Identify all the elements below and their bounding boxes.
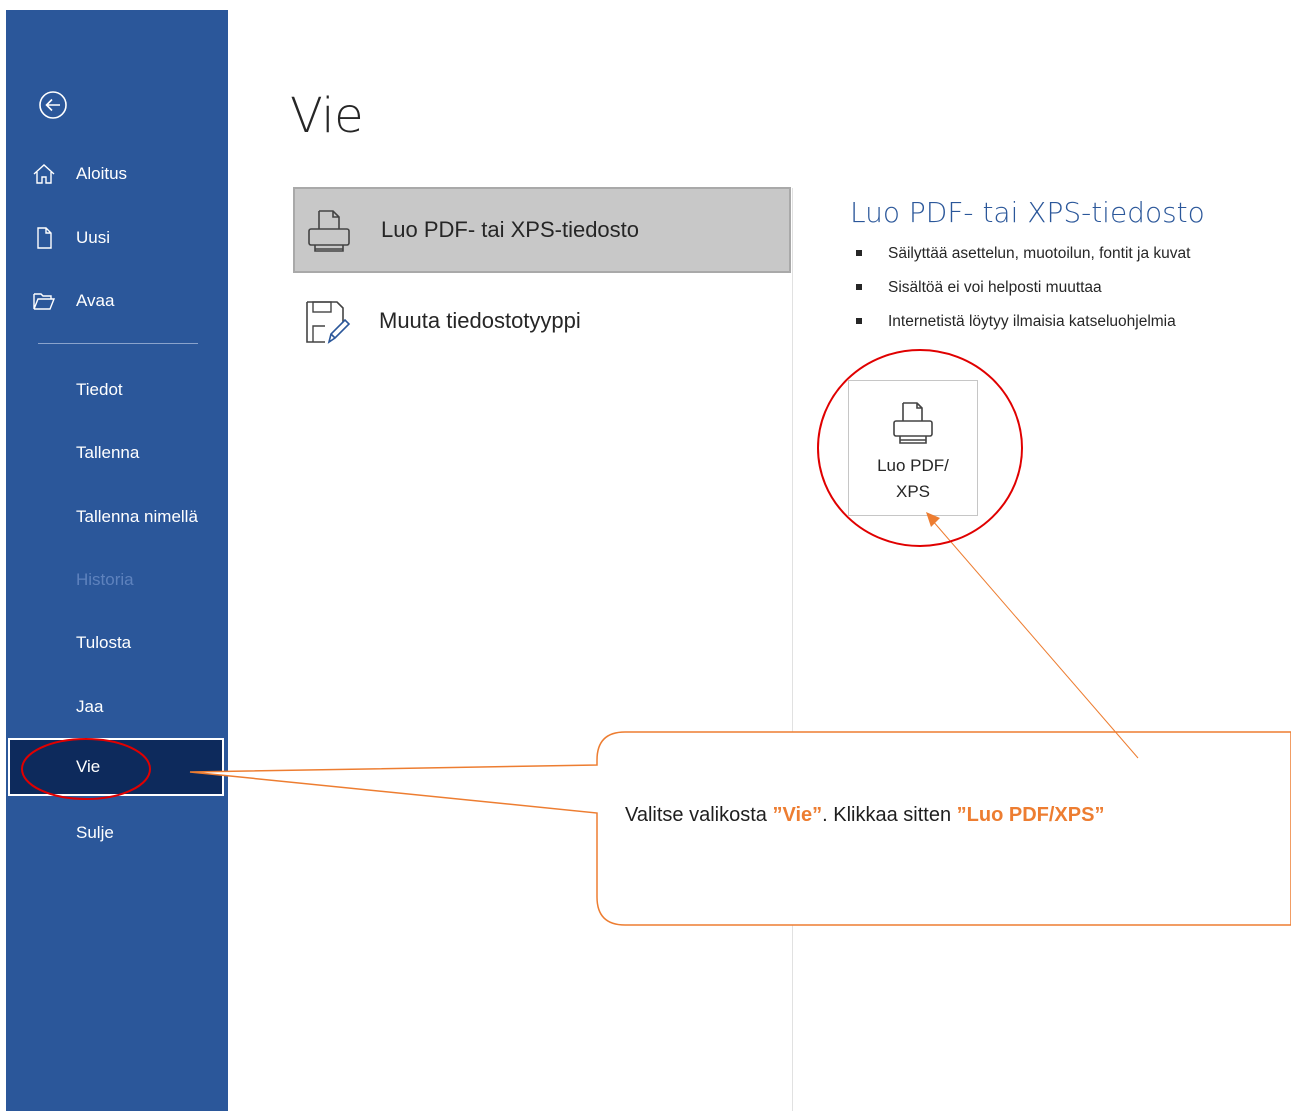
sidebar-item-label: Vie bbox=[76, 757, 101, 776]
sidebar-item-label: Uusi bbox=[76, 228, 111, 247]
sidebar-divider bbox=[38, 343, 198, 344]
sidebar-item-label: Aloitus bbox=[76, 164, 128, 183]
button-label: Luo PDF/ XPS bbox=[877, 456, 949, 501]
sidebar-item-tiedot[interactable]: Tiedot bbox=[6, 370, 228, 410]
sidebar-item-tallenna[interactable]: Tallenna bbox=[6, 433, 228, 473]
back-button[interactable] bbox=[36, 88, 70, 122]
callout-bubble bbox=[189, 731, 1291, 926]
pdf-printer-icon bbox=[893, 402, 933, 444]
sidebar-item-label: Tiedot bbox=[76, 380, 123, 399]
option-label: Muuta tiedostotyyppi bbox=[379, 308, 581, 333]
home-icon bbox=[33, 164, 55, 184]
sidebar-item-label: Tulosta bbox=[76, 633, 132, 652]
sidebar-item-label: Jaa bbox=[76, 697, 104, 716]
list-item: Internetistä löytyy ilmaisia katseluohje… bbox=[856, 312, 1190, 346]
sidebar-item-sulje[interactable]: Sulje bbox=[6, 813, 228, 853]
sidebar-item-uusi[interactable]: Uusi bbox=[6, 218, 228, 258]
page-title: Vie bbox=[290, 88, 364, 144]
option-create-pdf-xps[interactable]: Luo PDF- tai XPS-tiedosto bbox=[293, 187, 791, 273]
detail-title: Luo PDF- tai XPS-tiedosto bbox=[850, 196, 1205, 229]
sidebar-item-label: Avaa bbox=[76, 291, 115, 310]
sidebar-item-label: Sulje bbox=[76, 823, 114, 842]
sidebar-item-label: Tallenna nimellä bbox=[76, 507, 198, 526]
open-folder-icon bbox=[33, 293, 56, 310]
sidebar-item-historia: Historia bbox=[6, 560, 228, 600]
back-arrow-icon bbox=[39, 91, 67, 119]
change-filetype-icon bbox=[306, 301, 351, 344]
sidebar-item-tulosta[interactable]: Tulosta bbox=[6, 623, 228, 663]
panel-divider bbox=[792, 188, 793, 1111]
sidebar-item-tallenna-nimella[interactable]: Tallenna nimellä bbox=[6, 497, 228, 537]
backstage-sidebar: Aloitus Uusi Avaa Tiedot Tallenna Tallen… bbox=[6, 10, 228, 1111]
pdf-printer-icon bbox=[308, 210, 350, 252]
sidebar-item-aloitus[interactable]: Aloitus bbox=[6, 154, 228, 194]
option-label: Luo PDF- tai XPS-tiedosto bbox=[381, 217, 640, 242]
sidebar-item-label: Historia bbox=[76, 570, 134, 589]
option-change-filetype[interactable]: Muuta tiedostotyyppi bbox=[293, 280, 791, 366]
sidebar-item-vie[interactable]: Vie bbox=[8, 738, 224, 796]
callout-arrow bbox=[931, 519, 1139, 759]
list-item: Sisältöä ei voi helposti muuttaa bbox=[856, 278, 1190, 312]
create-pdf-xps-button[interactable]: Luo PDF/ XPS bbox=[848, 380, 978, 516]
list-item: Säilyttää asettelun, muotoilun, fontit j… bbox=[856, 244, 1190, 278]
new-document-icon bbox=[37, 227, 52, 249]
sidebar-item-avaa[interactable]: Avaa bbox=[6, 281, 228, 321]
detail-bullet-list: Säilyttää asettelun, muotoilun, fontit j… bbox=[856, 244, 1190, 346]
callout-text: Valitse valikosta ”Vie”. Klikkaa sitten … bbox=[625, 804, 1105, 826]
sidebar-item-jaa[interactable]: Jaa bbox=[6, 687, 228, 727]
sidebar-item-label: Tallenna bbox=[76, 443, 140, 462]
